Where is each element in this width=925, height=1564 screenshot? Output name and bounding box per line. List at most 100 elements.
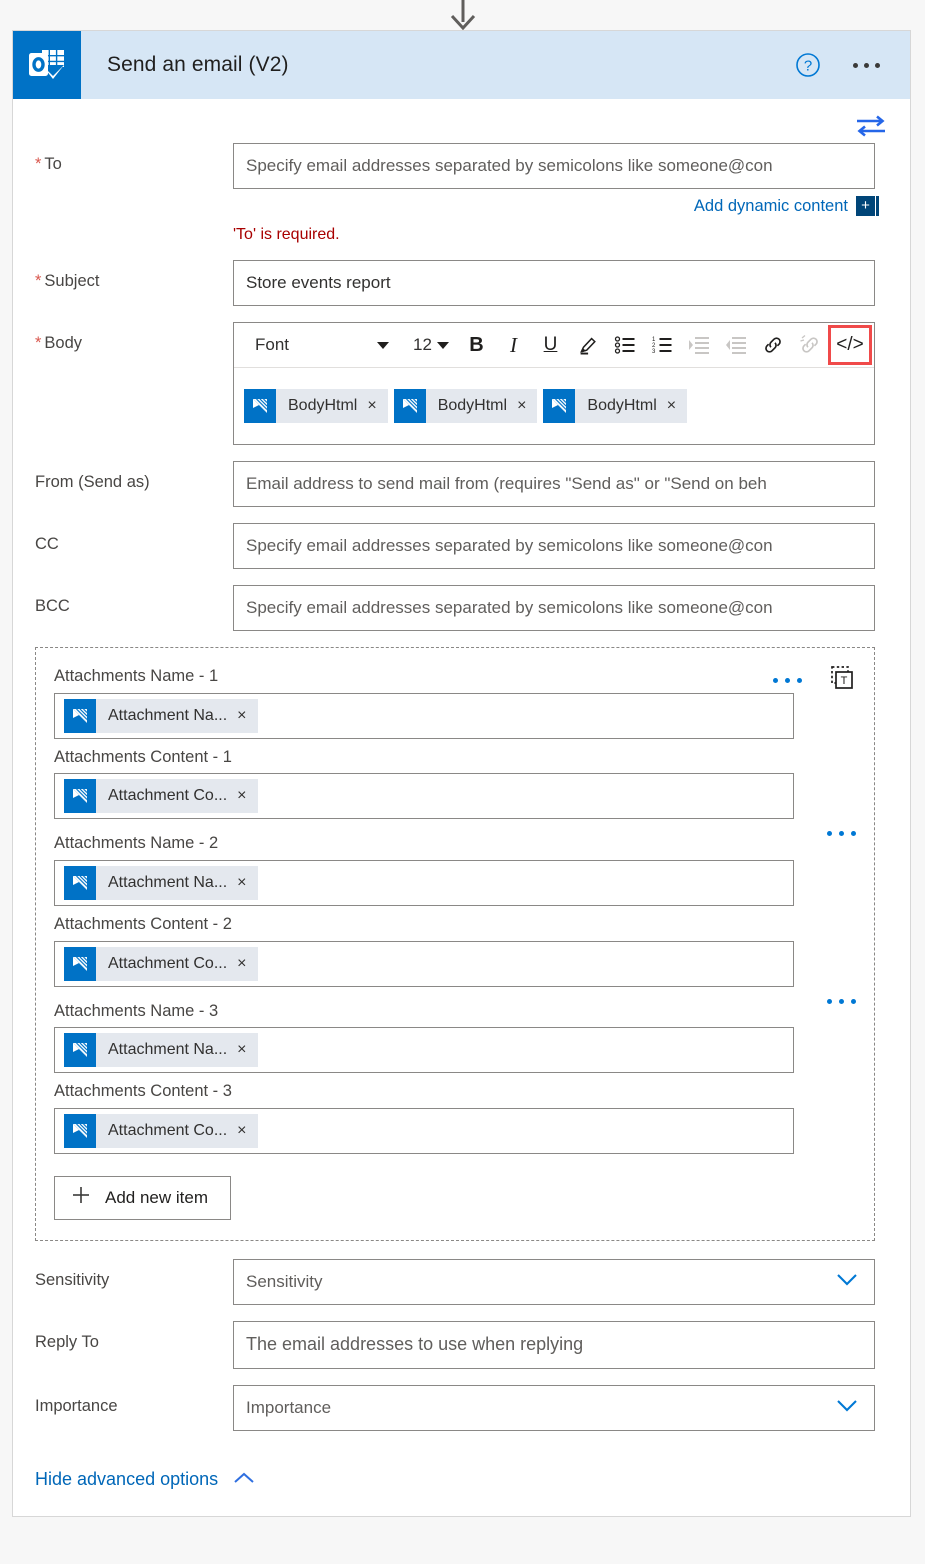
switch-to-text-mode-icon[interactable]: T	[828, 664, 856, 697]
token-remove-icon[interactable]: ×	[237, 1042, 257, 1058]
attachment-content-input[interactable]: Attachment Co... ×	[54, 1108, 794, 1154]
card-more-menu-button[interactable]	[851, 57, 882, 74]
add-dynamic-content-link[interactable]: Add dynamic content	[694, 197, 848, 216]
token-remove-icon[interactable]: ×	[517, 398, 537, 414]
dynamic-token[interactable]: Attachment Co... ×	[64, 779, 258, 813]
bcc-input[interactable]: Specify email addresses separated by sem…	[233, 585, 875, 631]
token-remove-icon[interactable]: ×	[237, 875, 257, 891]
token-remove-icon[interactable]: ×	[237, 956, 257, 972]
header-actions: ?	[795, 52, 910, 78]
field-row-bcc: BCC Specify email addresses separated by…	[13, 585, 910, 631]
token-remove-icon[interactable]: ×	[667, 398, 687, 414]
ellipsis-dot	[839, 831, 844, 836]
ellipsis-dot	[875, 63, 880, 68]
excel-connector-icon	[64, 1114, 96, 1148]
dynamic-token[interactable]: BodyHtml ×	[394, 389, 538, 423]
add-dynamic-content-badge[interactable]: +	[856, 196, 875, 216]
excel-connector-icon	[543, 389, 575, 423]
token-remove-icon[interactable]: ×	[237, 788, 257, 804]
ellipsis-dot	[839, 999, 844, 1004]
dynamic-token[interactable]: Attachment Na... ×	[64, 699, 258, 733]
increase-indent-icon[interactable]	[680, 327, 717, 363]
svg-text:T: T	[841, 675, 848, 687]
hide-advanced-options-button[interactable]: Hide advanced options	[35, 1469, 256, 1490]
attachment-name-input[interactable]: Attachment Na... ×	[54, 1027, 794, 1073]
font-family-select[interactable]: Font	[244, 328, 398, 362]
field-row-cc: CC Specify email addresses separated by …	[13, 523, 910, 569]
importance-dropdown[interactable]: Importance	[233, 1385, 875, 1431]
token-label: BodyHtml	[575, 397, 666, 415]
chevron-down-icon	[377, 342, 389, 349]
token-remove-icon[interactable]: ×	[367, 398, 387, 414]
token-remove-icon[interactable]: ×	[237, 708, 257, 724]
ellipsis-dot	[851, 831, 856, 836]
dynamic-token[interactable]: BodyHtml ×	[244, 389, 388, 423]
action-card: Send an email (V2) ?	[12, 30, 911, 1517]
attachment-more-menu-button[interactable]	[773, 678, 802, 683]
dynamic-token[interactable]: Attachment Na... ×	[64, 1033, 258, 1067]
card-header[interactable]: Send an email (V2) ?	[13, 31, 910, 99]
field-row-body: *Body Font 12 B	[13, 322, 910, 445]
attachment-item: Attachments Content - 3	[54, 1081, 856, 1154]
attachment-content-input[interactable]: Attachment Co... ×	[54, 941, 794, 987]
add-dynamic-content-row: Add dynamic content +	[233, 196, 875, 216]
code-view-icon[interactable]: </>	[828, 325, 872, 365]
add-new-item-button[interactable]: Add new item	[54, 1176, 231, 1220]
attachment-item: T Attachments Name - 1	[54, 666, 856, 739]
dynamic-token[interactable]: BodyHtml ×	[543, 389, 687, 423]
numbered-list-icon[interactable]: 123	[643, 327, 680, 363]
token-label: BodyHtml	[426, 397, 517, 415]
attachment-more-menu-button[interactable]	[827, 999, 856, 1004]
cc-input[interactable]: Specify email addresses separated by sem…	[233, 523, 875, 569]
field-row-subject: *Subject Store events report	[13, 260, 910, 306]
attachment-more-menu-button[interactable]	[827, 831, 856, 836]
bulleted-list-icon[interactable]	[606, 327, 643, 363]
chevron-down-icon	[834, 1271, 860, 1292]
excel-connector-icon	[64, 699, 96, 733]
remove-link-icon[interactable]	[791, 327, 828, 363]
card-title: Send an email (V2)	[107, 53, 289, 77]
dynamic-token[interactable]: Attachment Na... ×	[64, 866, 258, 900]
svg-text:3: 3	[652, 349, 656, 355]
label-body: *Body	[35, 322, 233, 353]
switch-arrows-icon[interactable]	[854, 113, 888, 139]
label-to: *To	[35, 143, 233, 174]
body-content-area[interactable]: BodyHtml ×	[234, 368, 874, 444]
dynamic-token[interactable]: Attachment Co... ×	[64, 1114, 258, 1148]
attachment-name-label: Attachments Name - 1	[54, 666, 374, 687]
reply-to-input[interactable]: The email addresses to use when replying	[233, 1321, 875, 1369]
text-highlight-icon[interactable]	[569, 327, 606, 363]
sensitivity-dropdown[interactable]: Sensitivity	[233, 1259, 875, 1305]
attachment-name-input[interactable]: Attachment Na... ×	[54, 693, 794, 739]
attachment-item: Attachments Content - 1	[54, 747, 856, 820]
sensitivity-value: Sensitivity	[246, 1272, 323, 1292]
font-size-value: 12	[413, 335, 432, 355]
token-label: Attachment Co...	[96, 955, 237, 973]
subject-input[interactable]: Store events report	[233, 260, 875, 306]
dynamic-token[interactable]: Attachment Co... ×	[64, 947, 258, 981]
font-size-select[interactable]: 12	[404, 328, 458, 362]
attachment-content-input[interactable]: Attachment Co... ×	[54, 773, 794, 819]
attachment-name-input[interactable]: Attachment Na... ×	[54, 860, 794, 906]
down-arrow-icon	[443, 0, 483, 30]
from-input[interactable]: Email address to send mail from (require…	[233, 461, 875, 507]
italic-icon[interactable]: I	[495, 327, 532, 363]
font-family-value: Font	[255, 335, 289, 355]
body-rich-text-editor[interactable]: Font 12 B I U	[233, 322, 875, 445]
attachment-item-tools	[827, 999, 856, 1004]
attachments-repeater: T Attachments Name - 1	[35, 647, 875, 1241]
ellipsis-dot	[797, 678, 802, 683]
label-from: From (Send as)	[35, 461, 233, 492]
to-input[interactable]: Specify email addresses separated by sem…	[233, 143, 875, 189]
required-asterisk: *	[35, 272, 41, 290]
chevron-down-icon	[437, 342, 449, 349]
underline-icon[interactable]: U	[532, 327, 569, 363]
label-subject: *Subject	[35, 260, 233, 291]
bold-icon[interactable]: B	[458, 327, 495, 363]
insert-link-icon[interactable]	[754, 327, 791, 363]
ellipsis-dot	[853, 63, 858, 68]
token-remove-icon[interactable]: ×	[237, 1123, 257, 1139]
decrease-indent-icon[interactable]	[717, 327, 754, 363]
ellipsis-dot	[827, 831, 832, 836]
help-circle-icon[interactable]: ?	[795, 52, 821, 78]
